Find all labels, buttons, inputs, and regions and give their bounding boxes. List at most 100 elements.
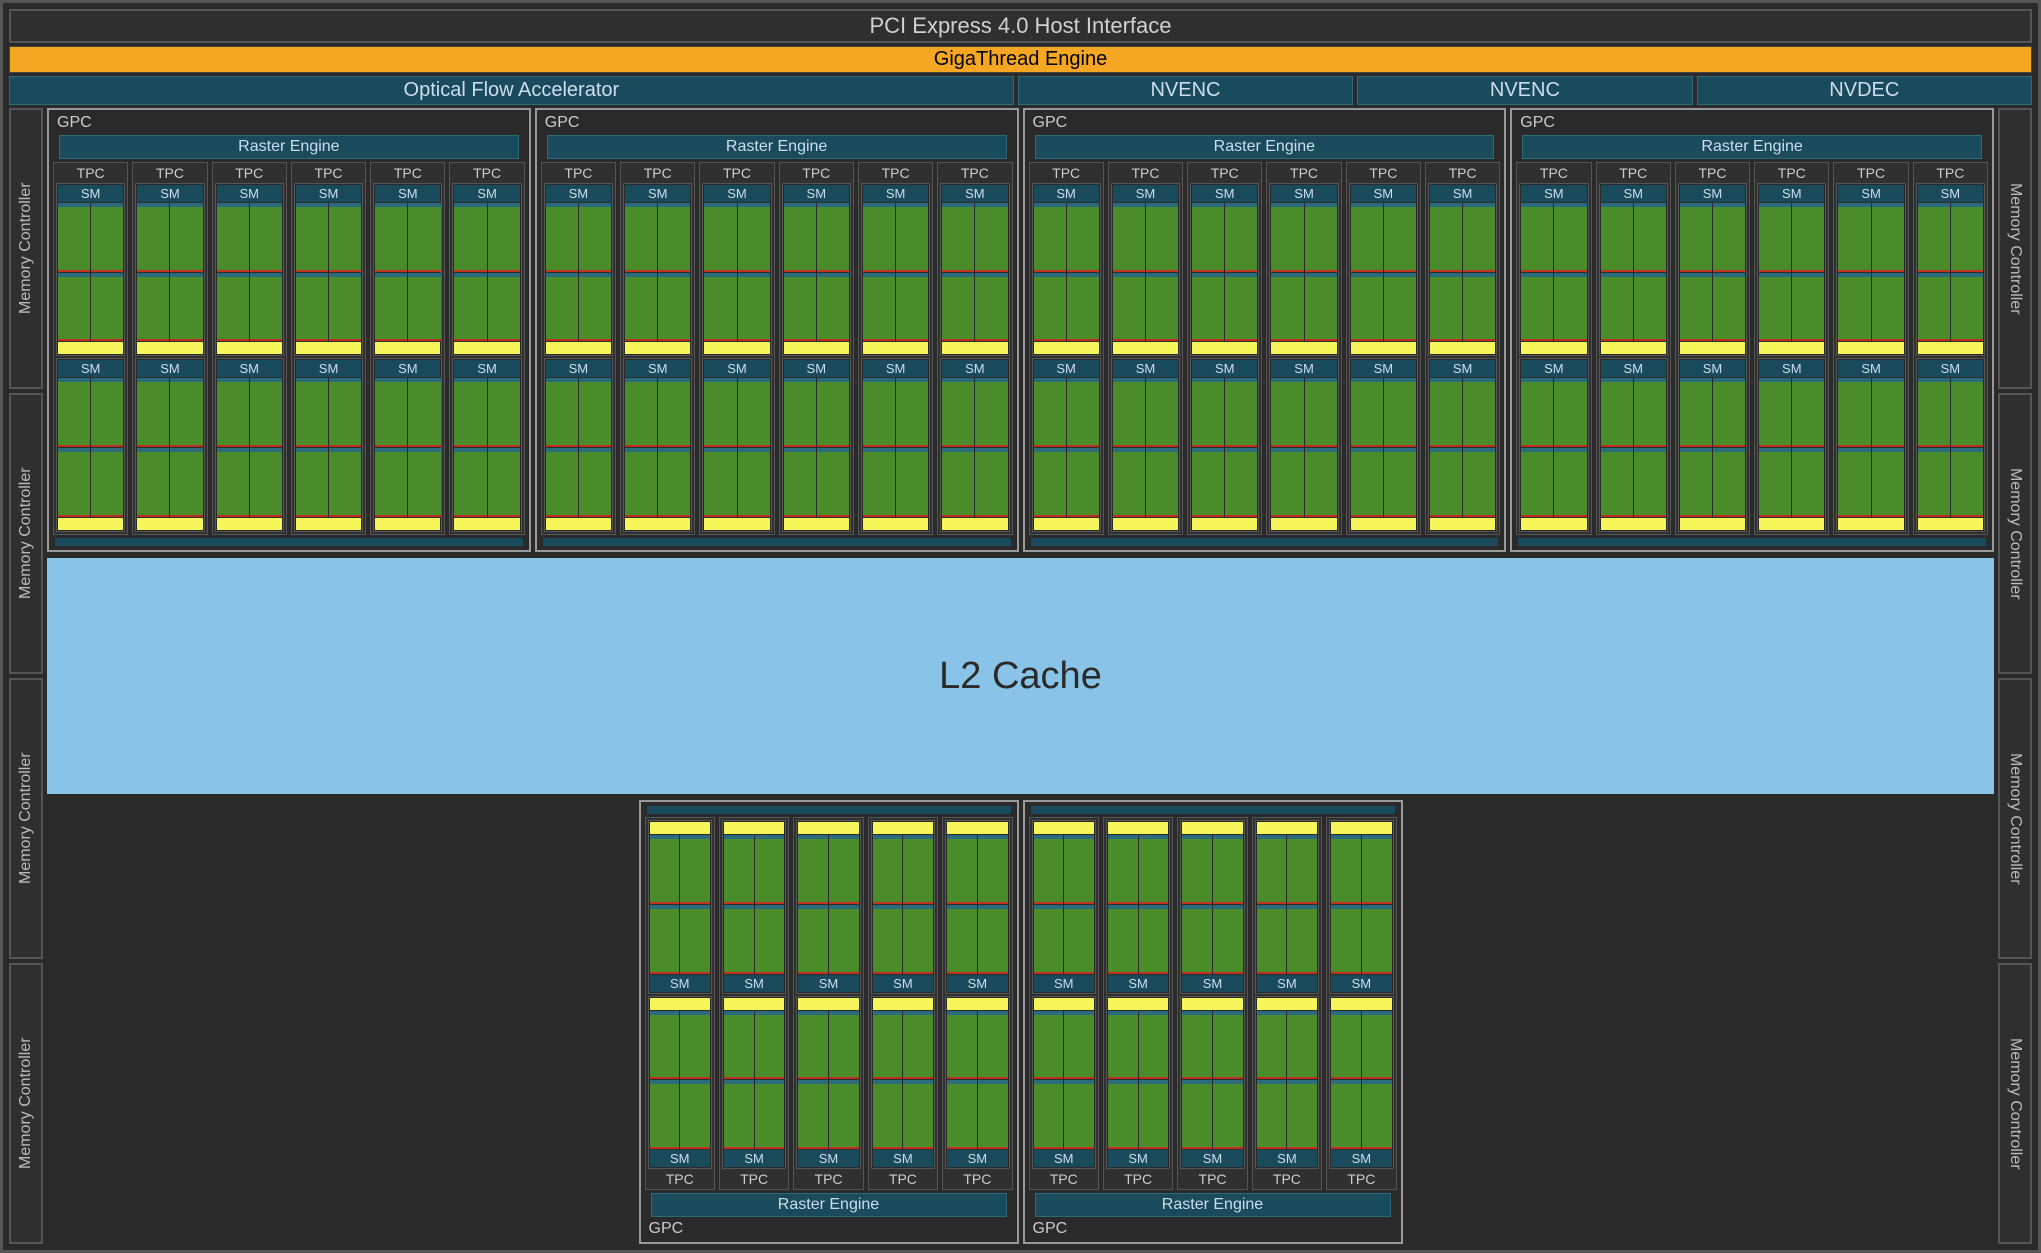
tpc: TPCSMSM xyxy=(1675,162,1750,535)
tensor-core xyxy=(1601,342,1666,354)
tensor-core xyxy=(58,342,123,354)
sm-cores xyxy=(375,203,440,341)
tensor-core xyxy=(724,822,784,834)
sm: SM xyxy=(648,820,712,993)
sm: SM xyxy=(1329,820,1393,993)
cuda-core-block xyxy=(738,448,770,517)
gpu-chip-diagram: PCI Express 4.0 Host Interface GigaThrea… xyxy=(0,0,2041,1253)
cuda-core-block xyxy=(408,378,440,447)
cuda-core-block xyxy=(1634,378,1666,447)
gpc: TPCSMSMTPCSMSMTPCSMSMTPCSMSMTPCSMSMRaste… xyxy=(1023,800,1403,1244)
cuda-core-block xyxy=(829,835,859,904)
sm: SM xyxy=(1836,183,1905,356)
cuda-core-block xyxy=(1271,378,1303,447)
tensor-core xyxy=(784,342,849,354)
cuda-core-block xyxy=(217,203,249,272)
sm: SM xyxy=(702,358,771,531)
cuda-core-block xyxy=(650,1011,680,1080)
tensor-core xyxy=(1521,342,1586,354)
pci-interface: PCI Express 4.0 Host Interface xyxy=(9,9,2032,43)
sm-label: SM xyxy=(1108,975,1168,992)
cuda-core-block xyxy=(1331,835,1361,904)
tensor-core xyxy=(650,998,710,1010)
tpc: TPCSMSM xyxy=(541,162,616,535)
cuda-core-block xyxy=(1067,378,1099,447)
cuda-core-block xyxy=(546,203,578,272)
cuda-core-block xyxy=(1430,203,1462,272)
sm-label: SM xyxy=(650,1150,710,1167)
sm-label: SM xyxy=(1601,185,1666,202)
cuda-core-block xyxy=(217,448,249,517)
tensor-core xyxy=(1034,342,1099,354)
tpc-label: TPC xyxy=(56,165,125,181)
cuda-core-block xyxy=(704,273,736,342)
cuda-core-block xyxy=(1362,835,1392,904)
tensor-core xyxy=(798,822,858,834)
tensor-core xyxy=(375,342,440,354)
cuda-core-block xyxy=(975,273,1007,342)
cuda-core-block xyxy=(579,203,611,272)
sm: SM xyxy=(1599,183,1668,356)
cuda-core-block xyxy=(680,835,710,904)
sm-cores xyxy=(375,378,440,516)
cuda-core-block xyxy=(724,835,754,904)
cuda-core-block xyxy=(1351,378,1383,447)
sm-cores xyxy=(1034,378,1099,516)
cuda-core-block xyxy=(1838,203,1870,272)
cuda-core-block xyxy=(217,378,249,447)
cuda-core-block xyxy=(947,835,977,904)
cuda-core-block xyxy=(1362,905,1392,974)
cuda-core-block xyxy=(1067,448,1099,517)
tensor-core xyxy=(1601,518,1666,530)
memory-controller: Memory Controller xyxy=(9,963,43,1244)
sm-label: SM xyxy=(942,360,1007,377)
cuda-core-block xyxy=(58,203,90,272)
tensor-core xyxy=(1918,518,1983,530)
cuda-core-block xyxy=(1601,448,1633,517)
cuda-core-block xyxy=(546,448,578,517)
tpc-label: TPC xyxy=(871,1171,935,1187)
cuda-core-block xyxy=(296,378,328,447)
cuda-core-block xyxy=(942,203,974,272)
gpc-label: GPC xyxy=(541,114,1013,132)
sm-label: SM xyxy=(704,185,769,202)
tpc-row: TPCSMSMTPCSMSMTPCSMSMTPCSMSMTPCSMSM xyxy=(645,817,1013,1190)
cuda-core-block xyxy=(784,203,816,272)
sm: SM xyxy=(861,183,930,356)
cuda-core-block xyxy=(1384,203,1416,272)
cuda-core-block xyxy=(680,1011,710,1080)
sm-label: SM xyxy=(375,185,440,202)
cuda-core-block xyxy=(137,378,169,447)
cuda-core-block xyxy=(1064,905,1094,974)
cuda-core-block xyxy=(1872,448,1904,517)
sm-label: SM xyxy=(1257,1150,1317,1167)
tensor-core xyxy=(947,998,1007,1010)
tensor-core xyxy=(137,342,202,354)
sm-cores xyxy=(137,378,202,516)
tpc: TPCSMSM xyxy=(1108,162,1183,535)
cuda-core-block xyxy=(829,1080,859,1149)
sm-cores xyxy=(454,378,519,516)
sm-label: SM xyxy=(137,185,202,202)
sm-label: SM xyxy=(1113,360,1178,377)
cuda-core-block xyxy=(1064,835,1094,904)
cuda-core-block xyxy=(91,203,123,272)
cuda-core-block xyxy=(1146,448,1178,517)
cuda-core-block xyxy=(170,448,202,517)
tpc-label: TPC xyxy=(623,165,692,181)
cuda-core-block xyxy=(375,378,407,447)
cuda-core-block xyxy=(1146,378,1178,447)
cuda-core-block xyxy=(1521,203,1553,272)
gpc-label: GPC xyxy=(1516,114,1988,132)
sm-label: SM xyxy=(704,360,769,377)
cuda-core-block xyxy=(1463,203,1495,272)
memory-controllers-left: Memory ControllerMemory ControllerMemory… xyxy=(9,108,43,1244)
raster-engine: Raster Engine xyxy=(547,135,1007,159)
sm-label: SM xyxy=(942,185,1007,202)
sm-label: SM xyxy=(1521,360,1586,377)
tpc: TPCSMSM xyxy=(719,817,789,1190)
tpc: TPCSMSM xyxy=(942,817,1012,1190)
tensor-core xyxy=(1034,518,1099,530)
cuda-core-block xyxy=(296,203,328,272)
cuda-core-block xyxy=(1521,273,1553,342)
